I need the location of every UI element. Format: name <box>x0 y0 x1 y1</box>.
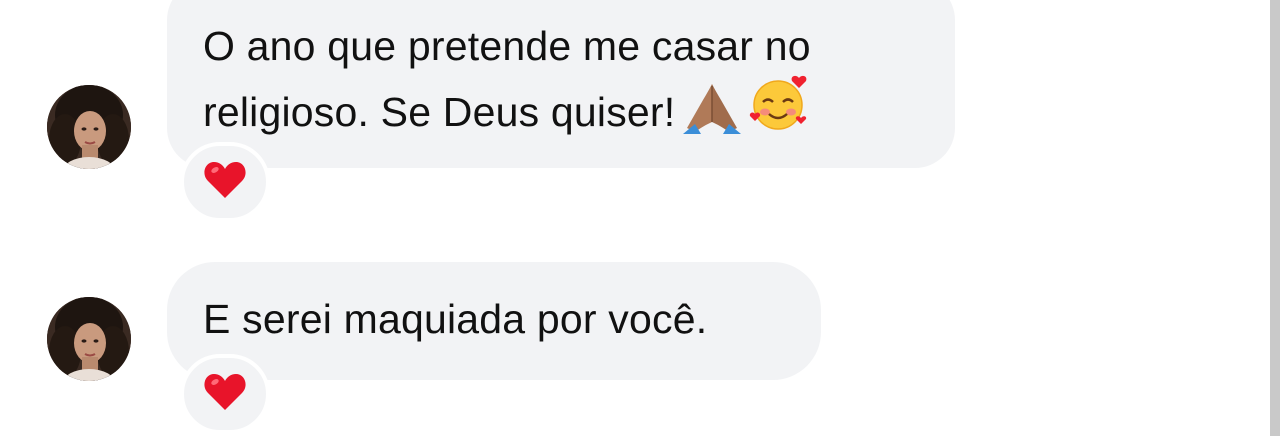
scrollbar-edge <box>1270 0 1280 436</box>
sender-avatar[interactable] <box>47 85 131 169</box>
message-bubble[interactable]: O ano que pretende me casar no religioso… <box>167 0 955 168</box>
message-text: religioso. Se Deus quiser! <box>203 89 676 135</box>
message-text-line: O ano que pretende me casar no <box>203 23 811 69</box>
sender-avatar[interactable] <box>47 297 131 381</box>
message-text-line: E serei maquiada por você. <box>203 296 708 342</box>
message-text-line: religioso. Se Deus quiser! <box>203 74 935 148</box>
message-bubble[interactable]: E serei maquiada por você. <box>167 262 821 380</box>
heart-icon <box>203 372 247 417</box>
heart-icon <box>203 160 247 205</box>
reaction-badge[interactable] <box>180 142 270 222</box>
chat-thread: O ano que pretende me casar no religioso… <box>0 0 1280 436</box>
praying-hands-icon <box>681 78 743 148</box>
reaction-badge[interactable] <box>180 354 270 434</box>
smiling-face-with-hearts-icon <box>749 74 809 148</box>
